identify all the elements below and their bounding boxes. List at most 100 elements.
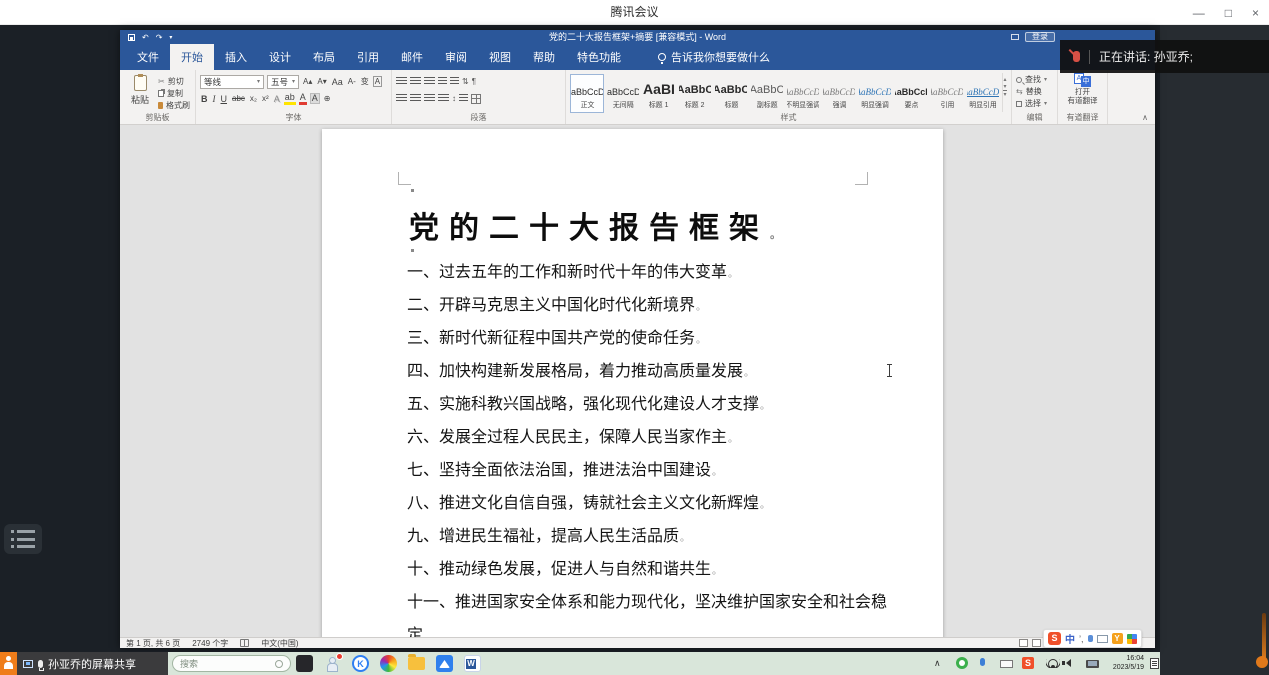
style-subtle-emphasis[interactable]: AaBbCcDt 不明显强调 (786, 74, 820, 113)
tab-review[interactable]: 审阅 (434, 44, 478, 70)
borders-icon[interactable] (471, 94, 481, 104)
volume-icon[interactable] (1066, 659, 1071, 667)
app-contacts[interactable] (324, 655, 341, 672)
find-button[interactable]: 查找 ▾ (1016, 74, 1053, 85)
decrease-indent-icon[interactable] (438, 77, 447, 86)
style-intense-emphasis[interactable]: AaBbCcDt 明显强调 (858, 74, 892, 113)
app-browser[interactable] (380, 655, 397, 672)
tab-references[interactable]: 引用 (346, 44, 390, 70)
word-count[interactable]: 2749 个字 (192, 638, 228, 649)
tray-sogou-icon[interactable]: S (1022, 657, 1034, 669)
style-heading1[interactable]: AaBI 标题 1 (642, 74, 676, 113)
language-indicator[interactable]: 中文(中国) (261, 638, 298, 649)
underline-button[interactable]: U (220, 94, 229, 104)
enclose-characters-button[interactable]: ⊕ (323, 94, 332, 103)
highlight-button[interactable]: ab (284, 93, 296, 105)
spellcheck-icon[interactable] (240, 639, 249, 647)
line-spacing-icon[interactable]: ↕ (452, 94, 456, 103)
floating-handle-dot[interactable] (1256, 656, 1268, 668)
show-marks-icon[interactable]: ¶ (472, 77, 476, 86)
tell-me-box[interactable]: 告诉我你想要做什么 (658, 44, 770, 70)
multilevel-list-icon[interactable] (424, 77, 435, 86)
strikethrough-button[interactable]: abc (231, 94, 246, 103)
app-tencent-meeting[interactable] (436, 655, 453, 672)
meeting-panel-button[interactable] (4, 524, 42, 554)
ime-skin-icon[interactable]: Y (1112, 633, 1123, 644)
text-effects-button[interactable]: A (273, 94, 281, 104)
font-name-select[interactable]: 等线 ▾ (200, 75, 264, 89)
translate-icon[interactable]: A 中 (1074, 73, 1091, 87)
tab-view[interactable]: 视图 (478, 44, 522, 70)
tray-device-icon[interactable] (1086, 660, 1099, 668)
style-normal[interactable]: AaBbCcDx 正文 (570, 74, 604, 113)
phonetic-guide-button[interactable]: 变 (360, 76, 370, 87)
page-indicator[interactable]: 第 1 页, 共 6 页 (126, 638, 180, 649)
minimize-icon[interactable]: — (1193, 6, 1205, 20)
character-border-button[interactable]: A (373, 76, 382, 87)
tab-special-features[interactable]: 特色功能 (566, 44, 632, 70)
style-subtitle[interactable]: AaBbC 副标题 (750, 74, 784, 113)
gallery-more-icon[interactable]: ▾ (1003, 90, 1006, 98)
tab-file[interactable]: 文件 (126, 44, 170, 70)
shrink-font-button[interactable]: A▾ (316, 77, 327, 86)
youdao-open-label[interactable]: 打开 (1075, 87, 1090, 96)
taskbar-search-input[interactable]: 搜索 (172, 655, 291, 672)
character-shading-button[interactable]: A (310, 93, 320, 104)
style-emphasis[interactable]: AaBbCcDt 强调 (822, 74, 856, 113)
collapse-ribbon-icon[interactable]: ∧ (1142, 113, 1148, 122)
bold-button[interactable]: B (200, 94, 209, 104)
ime-toolbox-icon[interactable] (1127, 634, 1137, 644)
replace-button[interactable]: ⇆ 替换 (1016, 86, 1053, 97)
align-center-icon[interactable] (410, 94, 421, 103)
format-painter-button[interactable]: 格式刷 (158, 100, 190, 111)
italic-button[interactable]: I (212, 94, 217, 104)
close-icon[interactable]: × (1252, 6, 1259, 20)
cut-button[interactable]: ✂ 剪切 (158, 76, 190, 87)
floating-handle-bar[interactable] (1262, 613, 1266, 659)
bullets-icon[interactable] (396, 77, 407, 86)
app-task-view[interactable] (296, 655, 313, 672)
increase-indent-icon[interactable] (450, 77, 459, 86)
change-case-button[interactable]: Aa (331, 77, 344, 87)
justify-icon[interactable] (438, 94, 449, 103)
align-right-icon[interactable] (424, 94, 435, 103)
shading-icon[interactable] (459, 94, 468, 103)
wifi-icon[interactable] (1046, 659, 1060, 668)
app-file-explorer[interactable] (408, 657, 425, 670)
subscript-button[interactable]: x₂ (249, 94, 258, 103)
tray-microphone-icon[interactable] (980, 658, 985, 666)
style-title[interactable]: AaBbC 标题 (714, 74, 748, 113)
taskbar-avatar[interactable] (0, 652, 17, 675)
ime-punctuation[interactable]: ’, (1079, 634, 1084, 644)
style-no-spacing[interactable]: AaBbCcDx 无间隔 (606, 74, 640, 113)
tab-help[interactable]: 帮助 (522, 44, 566, 70)
tab-home[interactable]: 开始 (170, 44, 214, 70)
style-heading2[interactable]: AaBbC 标题 2 (678, 74, 712, 113)
tray-expand-icon[interactable]: ∧ (934, 658, 941, 675)
youdao-name-label[interactable]: 有道翻译 (1068, 96, 1098, 105)
tray-antivirus-icon[interactable] (956, 657, 968, 669)
login-button[interactable]: 登录 (1025, 32, 1055, 42)
style-intense-quote[interactable]: AaBbCcDx 明显引用 (966, 74, 1000, 113)
tab-insert[interactable]: 插入 (214, 44, 258, 70)
numbering-icon[interactable] (410, 77, 421, 86)
align-left-icon[interactable] (396, 94, 407, 103)
grow-font-button[interactable]: A▴ (302, 77, 313, 86)
sort-icon[interactable]: ⇅ (462, 77, 469, 86)
tab-mailings[interactable]: 邮件 (390, 44, 434, 70)
select-button[interactable]: 选择 ▾ (1016, 98, 1053, 109)
style-strong[interactable]: AaBbCcD 要点 (894, 74, 928, 113)
paste-button[interactable]: 粘贴 (124, 73, 156, 112)
share-document-icon[interactable] (1011, 34, 1019, 40)
font-color-button[interactable]: A (299, 93, 307, 105)
superscript-button[interactable]: x² (261, 94, 270, 103)
clear-formatting-button[interactable]: A- (347, 77, 357, 86)
gallery-up-icon[interactable]: ▴ (1003, 76, 1006, 83)
ime-keyboard-icon[interactable] (1097, 635, 1108, 643)
gallery-down-icon[interactable]: ▾ (1003, 83, 1006, 90)
app-word[interactable]: W (464, 655, 481, 672)
read-mode-icon[interactable] (1019, 639, 1028, 647)
action-center-icon[interactable] (1150, 658, 1159, 669)
taskbar-clock[interactable]: 16:04 2023/5/19 (1100, 655, 1144, 675)
app-k[interactable]: WK (352, 655, 369, 672)
